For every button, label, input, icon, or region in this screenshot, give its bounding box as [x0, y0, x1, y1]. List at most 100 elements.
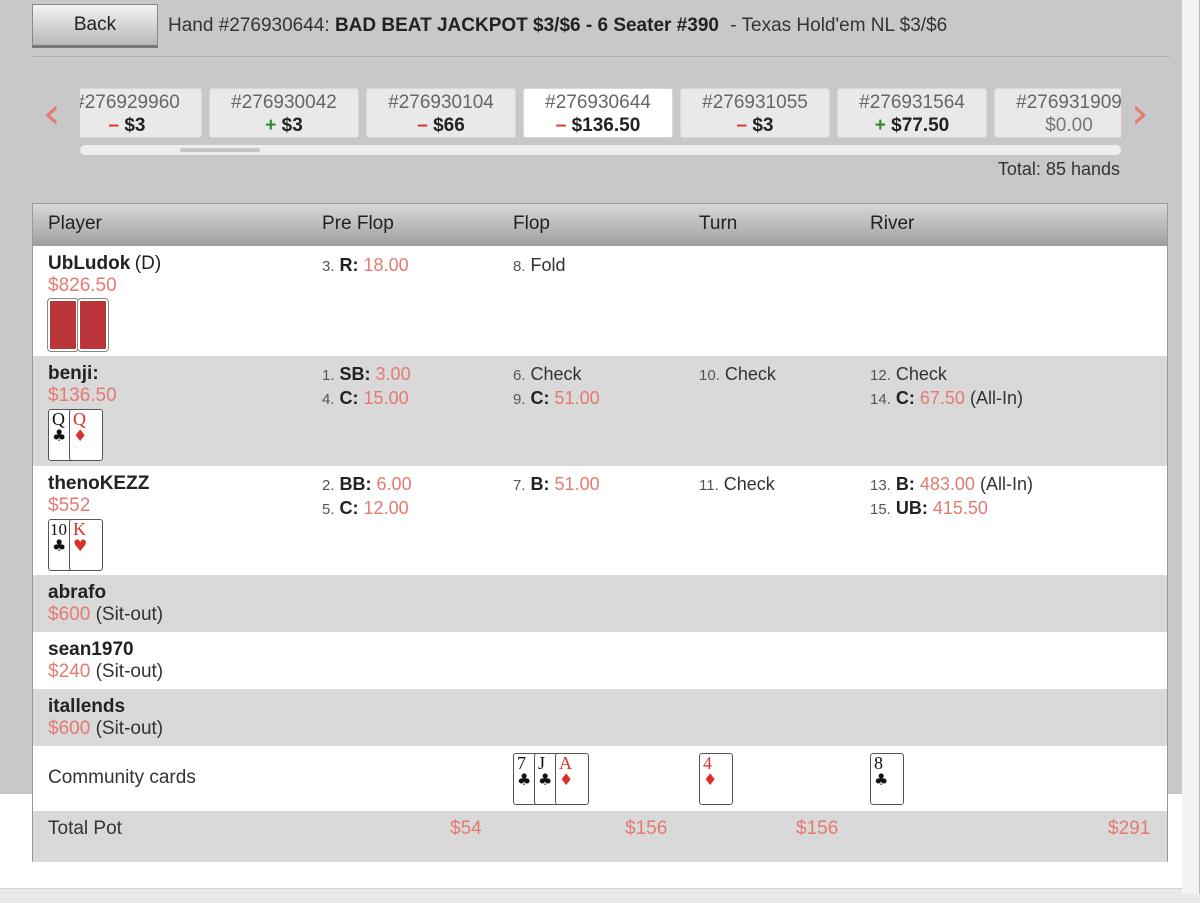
playing-card: A ♦	[555, 753, 589, 805]
community-row: Community cards 7 ♣ J ♣ A ♦ 4 ♦ 8 ♣	[33, 746, 1167, 811]
pot-label: Total Pot	[48, 818, 122, 839]
diamond-icon: ♦	[559, 770, 574, 789]
player-cell: UbLudok (D) $826.50	[47, 253, 162, 352]
player-cell: thenoKEZZ $552 10 ♣ K ♥	[48, 473, 149, 571]
hand-tab[interactable]: #276930042 + $3	[209, 88, 359, 138]
hand-tab-active[interactable]: #276930644 – $136.50	[523, 88, 673, 138]
turn-actions: 10. Check	[699, 364, 776, 384]
player-cell: abrafo $600 (Sit-out)	[48, 582, 163, 626]
player-cell: sean1970 $240 (Sit-out)	[48, 639, 163, 683]
right-edge	[1182, 0, 1200, 894]
minus-sign: –	[417, 115, 428, 136]
heart-icon: ♥	[73, 536, 88, 555]
preflop-actions: 2. BB: 6.00 5. C: 12.00	[322, 474, 412, 518]
player-name: UbLudok	[48, 253, 131, 274]
player-stack: $136.50	[48, 385, 117, 406]
hand-tab[interactable]: #276931909 $0.00	[994, 88, 1121, 138]
table-row: UbLudok (D) $826.50 3. R: 18.00 8. Fold	[33, 246, 1167, 356]
playing-card: 8 ♣	[870, 753, 904, 805]
chevron-left-icon[interactable]: ‹	[43, 92, 61, 136]
club-icon: ♣	[538, 770, 553, 789]
header-divider	[32, 56, 1170, 57]
hand-tab[interactable]: #276929960 – $3	[80, 88, 202, 138]
hand-number: #276930104	[388, 92, 494, 113]
turn-actions: 11. Check	[699, 474, 775, 494]
flop-cards: 7 ♣ J ♣ A ♦	[513, 753, 589, 805]
hand-tab[interactable]: #276931055 – $3	[680, 88, 830, 138]
playing-card: Q ♦	[69, 409, 103, 461]
table-row: thenoKEZZ $552 10 ♣ K ♥ 2. BB: 6.00 5. C: …	[33, 466, 1167, 575]
table-row: abrafo $600 (Sit-out)	[33, 575, 1167, 632]
pot-turn: $156	[796, 818, 839, 839]
hand-amount: $3	[752, 115, 774, 136]
hand-number: #276931909	[1016, 92, 1121, 113]
header: Back Hand #276930644: BAD BEAT JACKPOT $…	[32, 3, 1170, 49]
hand-tab[interactable]: #276930104 – $66	[366, 88, 516, 138]
total-hands: Total: 85 hands	[997, 159, 1120, 179]
scrollbar-thumb[interactable]	[180, 148, 260, 152]
player-name: thenoKEZZ	[48, 473, 150, 494]
card-back-icon	[47, 298, 79, 352]
hand-number: #276930042	[231, 92, 337, 113]
player-cell: itallends $600 (Sit-out)	[48, 696, 163, 740]
total-pot-row: Total Pot $54 $156 $156 $291	[33, 811, 1167, 862]
player-stack: $552	[48, 495, 91, 516]
col-flop: Flop	[513, 213, 550, 234]
hand-amount: $136.50	[571, 115, 641, 136]
hole-cards: 10 ♣ K ♥	[48, 519, 149, 571]
hole-cards	[47, 298, 161, 352]
card-back-icon	[77, 298, 109, 352]
pot-river: $291	[1108, 818, 1151, 839]
player-name: benji:	[48, 363, 99, 384]
minus-sign: –	[555, 115, 567, 136]
sitout-status: (Sit-out)	[95, 718, 164, 739]
hand-amount: $3	[124, 115, 146, 136]
col-player: Player	[48, 213, 102, 234]
pot-flop: $156	[625, 818, 668, 839]
col-turn: Turn	[699, 213, 738, 234]
back-button[interactable]: Back	[32, 4, 158, 48]
pot-preflop: $54	[450, 818, 482, 839]
player-name: abrafo	[48, 582, 107, 603]
hand-carousel: #276929960 – $3 #276930042 + $3 #2769301…	[80, 88, 1121, 140]
river-cards: 8 ♣	[870, 753, 904, 805]
hand-amount: $66	[433, 115, 465, 136]
flop-actions: 8. Fold	[513, 254, 566, 278]
playing-card: K ♥	[69, 519, 103, 571]
action: 3. R: 18.00	[322, 255, 409, 275]
diamond-icon: ♦	[703, 770, 718, 789]
club-icon: ♣	[517, 770, 532, 789]
preflop-actions: 1. SB: 3.00 4. C: 15.00	[322, 364, 411, 408]
hand-amount: $77.50	[891, 115, 950, 136]
player-cell: benji: $136.50 Q ♣ Q ♦	[48, 363, 117, 461]
plus-sign: +	[265, 115, 277, 136]
player-stack: $600	[48, 604, 91, 625]
chevron-right-icon[interactable]: ›	[1131, 92, 1149, 136]
turn-cards: 4 ♦	[699, 753, 733, 805]
club-icon: ♣	[52, 536, 67, 555]
table-row: sean1970 $240 (Sit-out)	[33, 632, 1167, 689]
player-name: sean1970	[48, 639, 134, 660]
page-title: Hand #276930644: BAD BEAT JACKPOT $3/$6 …	[168, 15, 947, 37]
hand-number: #276931055	[702, 92, 808, 113]
bottom-edge	[0, 888, 1200, 903]
hole-cards: Q ♣ Q ♦	[48, 409, 117, 461]
preflop-actions: 3. R: 18.00	[322, 254, 409, 278]
hand-tab[interactable]: #276931564 + $77.50	[837, 88, 987, 138]
table-row: itallends $600 (Sit-out)	[33, 689, 1167, 746]
col-preflop: Pre Flop	[322, 213, 394, 234]
table-row: benji: $136.50 Q ♣ Q ♦ 1. SB: 3.00 4. C: 1…	[33, 356, 1167, 466]
player-stack: $240	[48, 661, 91, 682]
carousel-scrollbar[interactable]	[80, 145, 1121, 155]
sitout-status: (Sit-out)	[95, 604, 164, 625]
dealer-badge: (D)	[134, 253, 162, 274]
club-icon: ♣	[52, 426, 67, 445]
player-stack: $826.50	[48, 275, 117, 296]
sitout-status: (Sit-out)	[95, 661, 164, 682]
diamond-icon: ♦	[73, 426, 88, 445]
plus-sign: +	[874, 115, 886, 136]
table-header: Player Pre Flop Flop Turn River	[33, 204, 1167, 246]
game-type: - Texas Hold'em NL $3/$6	[730, 15, 948, 36]
player-stack: $600	[48, 718, 91, 739]
hand-amount: $3	[281, 115, 303, 136]
